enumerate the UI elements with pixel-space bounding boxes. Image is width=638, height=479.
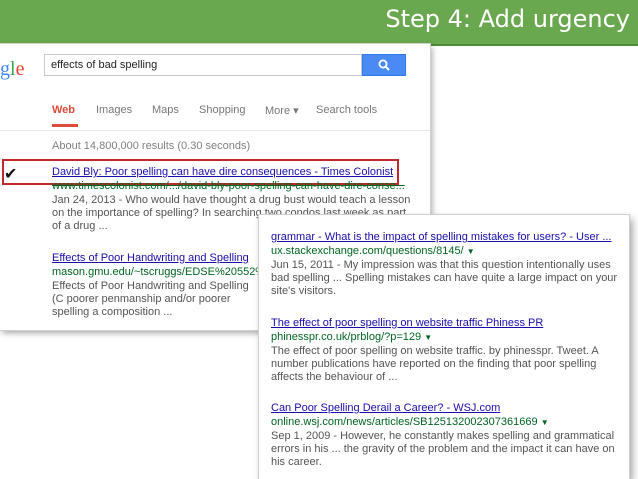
tab-maps[interactable]: Maps xyxy=(152,104,179,116)
search-icon xyxy=(378,59,390,71)
result-title[interactable]: The effect of poor spelling on website t… xyxy=(271,317,543,329)
dropdown-caret-icon[interactable]: ▼ xyxy=(424,333,432,342)
result-title[interactable]: David Bly: Poor spelling can have dire c… xyxy=(52,166,393,178)
tabs-divider xyxy=(0,130,430,131)
result-stats: About 14,800,000 results (0.30 seconds) xyxy=(52,140,251,152)
result-url[interactable]: online.wsj.com/news/articles/SB125132002… xyxy=(271,416,549,428)
result-snippet: The effect of poor spelling on website t… xyxy=(271,345,599,383)
slide-banner: Step 4: Add urgency xyxy=(0,0,638,46)
result-url[interactable]: ux.stackexchange.com/questions/8145/ ▼ xyxy=(271,245,475,257)
tab-web[interactable]: Web xyxy=(52,104,75,116)
result-snippet: Sep 1, 2009 - However, he constantly mak… xyxy=(271,430,615,468)
tab-search-tools[interactable]: Search tools xyxy=(316,104,377,116)
search-box[interactable] xyxy=(44,54,362,76)
tab-images[interactable]: Images xyxy=(96,104,132,116)
search-button[interactable] xyxy=(362,54,406,76)
result-snippet: Jun 15, 2011 - My impression was that th… xyxy=(271,259,618,297)
google-results-overlay: grammar - What is the impact of spelling… xyxy=(259,215,629,479)
result-title[interactable]: Can Poor Spelling Derail a Career? - WSJ… xyxy=(271,402,500,414)
result-url[interactable]: phinesspr.co.uk/prblog/?p=129 ▼ xyxy=(271,331,432,343)
dropdown-caret-icon[interactable]: ▼ xyxy=(541,418,549,427)
result-title[interactable]: grammar - What is the impact of spelling… xyxy=(271,231,612,243)
google-logo[interactable]: gle xyxy=(0,58,24,81)
result-url[interactable]: mason.gmu.edu/~tscruggs/EDSE%20552%2 xyxy=(52,266,271,278)
tab-more[interactable]: More ▾ xyxy=(265,104,299,117)
result-snippet: Effects of Poor Handwriting and Spelling… xyxy=(52,280,249,318)
slide-title: Step 4: Add urgency xyxy=(385,5,630,33)
result-title[interactable]: Effects of Poor Handwriting and Spelling xyxy=(52,252,249,264)
active-tab-indicator xyxy=(52,124,78,127)
dropdown-caret-icon[interactable]: ▼ xyxy=(467,247,475,256)
search-input[interactable] xyxy=(45,55,357,75)
result-url[interactable]: www.timescolonist.com/.../david-bly-poor… xyxy=(52,180,405,192)
tab-shopping[interactable]: Shopping xyxy=(199,104,246,116)
